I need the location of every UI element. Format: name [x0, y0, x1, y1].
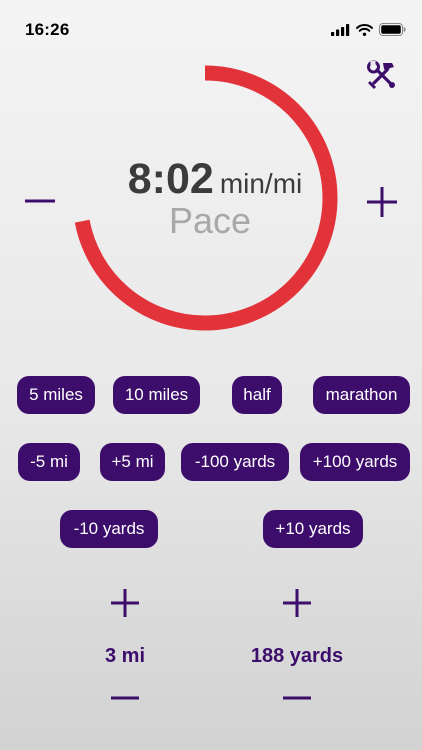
minus-icon: [283, 696, 311, 700]
pace-readout: 8:02 min/mi: [110, 155, 320, 204]
minus-100-yards-button[interactable]: -100 yards: [181, 443, 289, 481]
status-time: 16:26: [25, 20, 70, 39]
preset-5-miles-button[interactable]: 5 miles: [17, 376, 95, 414]
wifi-icon: [356, 23, 373, 36]
plus-icon: [111, 589, 139, 617]
status-icons: [331, 23, 406, 36]
miles-decrement-button[interactable]: [109, 684, 141, 712]
battery-icon: [379, 23, 406, 36]
status-bar: 16:26: [0, 0, 422, 56]
minus-icon: [111, 696, 139, 700]
miles-value: 3 mi: [104, 645, 146, 667]
minus-icon: [25, 199, 55, 203]
plus-10-yards-button[interactable]: +10 yards: [263, 510, 363, 548]
yards-decrement-button[interactable]: [281, 684, 313, 712]
pace-decrement-button[interactable]: [22, 183, 58, 219]
pace-value: 8:02: [127, 155, 214, 203]
hammer-wrench-icon: [367, 60, 395, 89]
minus-5-mi-button[interactable]: -5 mi: [18, 443, 80, 481]
preset-marathon-button[interactable]: marathon: [313, 376, 410, 414]
plus-100-yards-button[interactable]: +100 yards: [300, 443, 410, 481]
minus-10-yards-button[interactable]: -10 yards: [60, 510, 158, 548]
tools-button[interactable]: [362, 58, 402, 92]
yards-value: 188 yards: [250, 645, 344, 667]
plus-icon: [367, 187, 397, 217]
pace-label: Pace: [168, 200, 252, 241]
yards-increment-button[interactable]: [281, 587, 313, 619]
pace-unit: min/mi: [219, 168, 303, 199]
plus-icon: [283, 589, 311, 617]
preset-half-button[interactable]: half: [232, 376, 282, 414]
plus-5-mi-button[interactable]: +5 mi: [100, 443, 165, 481]
miles-increment-button[interactable]: [109, 587, 141, 619]
signal-icon: [331, 23, 350, 36]
pace-increment-button[interactable]: [364, 184, 400, 220]
preset-10-miles-button[interactable]: 10 miles: [113, 376, 200, 414]
